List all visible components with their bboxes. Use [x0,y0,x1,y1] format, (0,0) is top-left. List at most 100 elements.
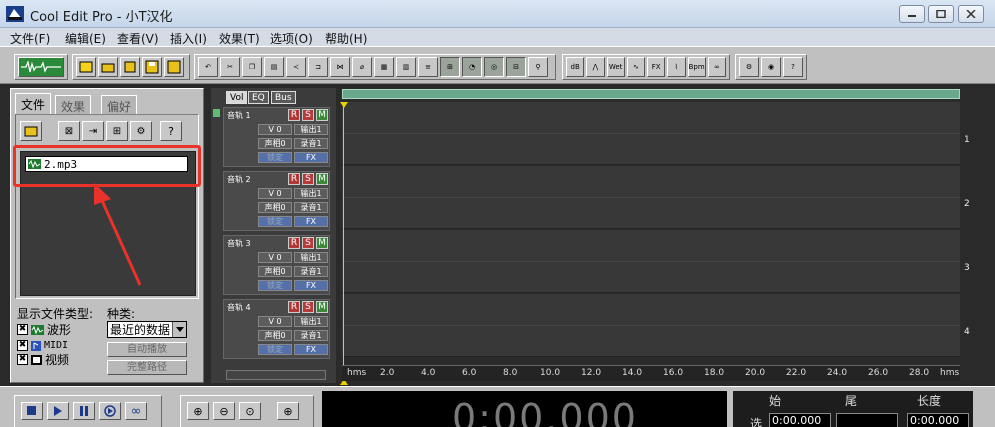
selection-end-field[interactable] [836,413,898,427]
menu-view[interactable]: 查看(V) [117,30,159,47]
filter-video[interactable]: ✖ 视频 [17,353,69,367]
bpm-button[interactable]: Bpm [687,57,706,77]
playhead-top-marker[interactable] [340,102,348,108]
tab-files[interactable]: 文件 [15,93,52,114]
menu-options[interactable]: 选项(O) [270,30,313,47]
move-tool-button[interactable]: ⊟ [506,57,526,77]
wet-button[interactable]: Wet [606,57,625,77]
close-button[interactable] [958,5,984,23]
track-lane[interactable] [342,102,960,165]
volume-field[interactable]: V 0 [258,252,292,263]
zoom-full-button[interactable]: ⊙ [239,402,261,420]
file-help-button[interactable]: ? [160,121,182,141]
solo-button[interactable]: S [302,237,314,249]
maximize-button[interactable] [928,5,954,23]
switch-view-button[interactable] [18,57,64,77]
hybrid-tool-button[interactable]: ◎ [484,57,504,77]
solo-button[interactable]: S [302,301,314,313]
tab-eq[interactable]: EQ [248,91,269,104]
settings-button[interactable]: ⚙ [739,57,759,77]
envelope-button[interactable]: ⌀ [352,57,372,77]
lock-button[interactable]: 锁定 [258,152,292,163]
volume-field[interactable]: V 0 [258,124,292,135]
record-input-field[interactable]: 录音1 [294,330,328,341]
record-arm-button[interactable]: R [288,109,300,121]
save-all-button[interactable] [164,57,184,77]
zoom-out-button[interactable]: ⊖ [213,402,235,420]
lock-button[interactable]: 锁定 [258,280,292,291]
cut-button[interactable]: ✂ [220,57,240,77]
play-to-end-button[interactable] [99,402,121,420]
output-field[interactable]: 输出1 [294,124,328,135]
loop-button[interactable]: ∞ [707,57,726,77]
play-button[interactable] [47,402,69,420]
record-arm-button[interactable]: R [288,237,300,249]
lock-button[interactable]: 锁定 [258,216,292,227]
mute-button[interactable]: M [316,173,328,185]
record-input-field[interactable]: 录音1 [294,266,328,277]
db-button[interactable]: dB [566,57,585,77]
snap-button[interactable]: ⊞ [440,57,460,77]
open-file-button[interactable] [98,57,118,77]
mute-button[interactable]: M [316,109,328,121]
tab-volume[interactable]: Vol [226,91,248,104]
minimize-button[interactable] [899,5,925,23]
pause-button[interactable] [73,402,95,420]
midi-checkbox[interactable]: ✖ [17,340,28,351]
menu-file[interactable]: 文件(F) [10,30,50,47]
tab-effects[interactable]: 效果 [55,95,92,114]
copy-button[interactable]: ❐ [242,57,262,77]
grid-button[interactable]: ▦ [374,57,394,77]
menu-edit[interactable]: 编辑(E) [65,30,106,47]
menu-help[interactable]: 帮助(H) [325,30,367,47]
file-settings-button[interactable]: ⚙ [130,121,152,141]
record-input-field[interactable]: 录音1 [294,202,328,213]
fx-rack-button[interactable]: FX [294,344,328,355]
paste-button[interactable]: ▤ [264,57,284,77]
filter-waveform[interactable]: ✖ 波形 [17,323,71,337]
selection-length-field[interactable]: 0:00.000 [907,413,969,427]
record-input-field[interactable]: 录音1 [294,138,328,149]
mute-button[interactable]: M [316,237,328,249]
pan-field[interactable]: 声相0 [258,330,292,341]
playhead-cursor[interactable] [343,102,344,372]
pan-field[interactable]: 声相0 [258,202,292,213]
video-checkbox[interactable]: ✖ [17,354,28,365]
full-path-button[interactable]: 完整路径 [107,360,187,375]
help-button[interactable]: ? [783,57,803,77]
mixer-scrollbar[interactable] [226,370,326,380]
align-button[interactable]: ≡ [418,57,438,77]
autoplay-button[interactable]: 自动播放 [107,342,187,357]
tab-bus[interactable]: Bus [271,91,296,104]
record-arm-button[interactable]: R [288,301,300,313]
cd-button[interactable]: ◉ [761,57,781,77]
zoom-vertical-button[interactable]: ⊕ [277,402,299,420]
fx-rack-button[interactable]: FX [294,216,328,227]
menu-insert[interactable]: 插入(I) [170,30,207,47]
session-overview-bar[interactable] [342,89,960,99]
solo-button[interactable]: S [302,109,314,121]
graph-button[interactable]: ⌇ [667,57,686,77]
amplify-button[interactable]: ⋀ [586,57,605,77]
undo-button[interactable]: ↶ [198,57,218,77]
track-lane[interactable] [342,166,960,229]
solo-button[interactable]: S [302,173,314,185]
envelope-fx-button[interactable]: ∿ [626,57,645,77]
lock-button[interactable]: 锁定 [258,344,292,355]
new-file-button[interactable] [76,57,96,77]
insert-button[interactable]: ⇥ [82,121,104,141]
pan-field[interactable]: 声相0 [258,266,292,277]
pan-field[interactable]: 声相0 [258,138,292,149]
open-button[interactable] [20,121,42,141]
save-button[interactable] [142,57,162,77]
time-select-button[interactable]: ◔ [462,57,482,77]
mute-button[interactable]: M [316,301,328,313]
selection-start-field[interactable]: 0:00.000 [769,413,831,427]
volume-field[interactable]: V 0 [258,188,292,199]
loop-play-button[interactable]: ∞ [125,402,147,420]
waveform-checkbox[interactable]: ✖ [17,324,28,335]
stop-button[interactable] [21,402,43,420]
scrub-button[interactable]: ⚲ [528,57,548,77]
edit-file-button[interactable]: ⊞ [106,121,128,141]
multitrack-view[interactable]: hms 2.0 4.0 6.0 8.0 10.0 12.0 14.0 16.0 … [340,88,962,385]
